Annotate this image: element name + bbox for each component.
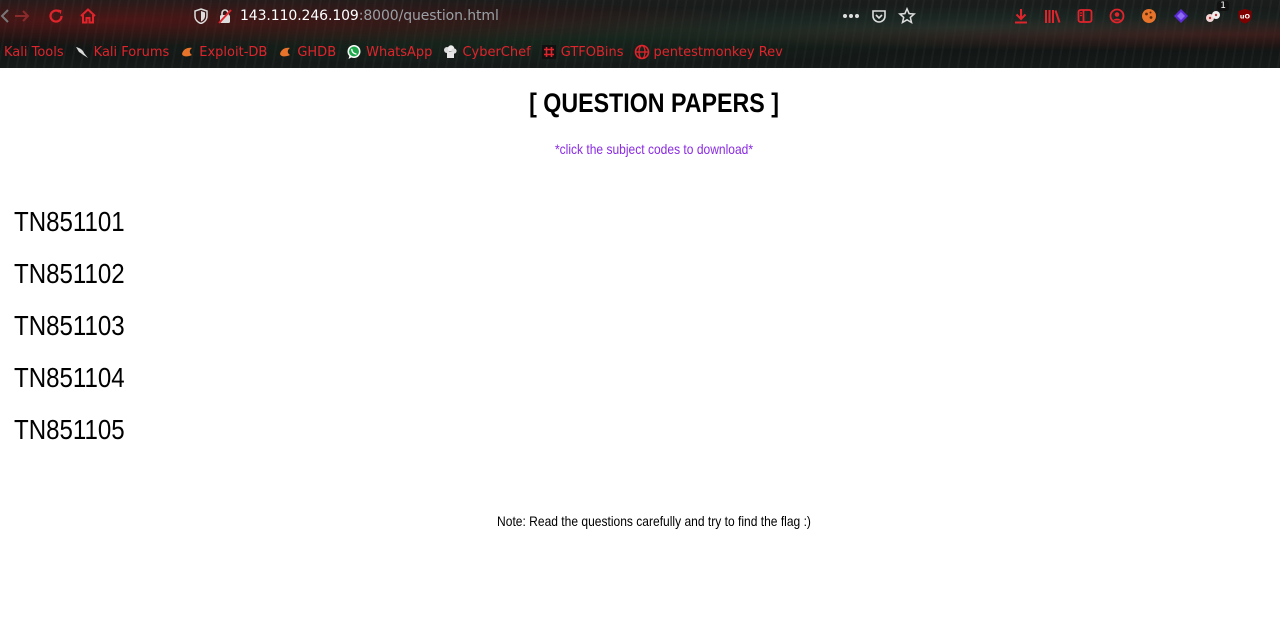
account-button[interactable] xyxy=(1107,6,1127,26)
pocket-button[interactable] xyxy=(869,6,889,26)
url-path: :8000/question.html xyxy=(358,8,499,24)
exploit-db-icon xyxy=(179,44,195,60)
reload-button[interactable] xyxy=(46,6,66,26)
wappalyzer-extension-icon xyxy=(1174,9,1188,23)
extension-button-2[interactable] xyxy=(1171,6,1191,26)
bookmark-label: Kali Forums xyxy=(93,44,170,60)
navigation-bar: 143.110.246.109:8000/question.html 1 uO xyxy=(0,0,1280,32)
bookmark-star-button[interactable] xyxy=(897,6,917,26)
bookmark-label: WhatsApp xyxy=(366,44,433,60)
extension-button-3[interactable]: 1 xyxy=(1203,1,1229,26)
extension-button-1[interactable] xyxy=(1139,6,1159,26)
page-title: [ QUESTION PAPERS ] xyxy=(529,88,779,118)
bookmark-whatsapp[interactable]: WhatsApp xyxy=(346,44,432,60)
url-host: 143.110.246.109 xyxy=(240,8,359,24)
globe-icon xyxy=(634,44,650,60)
whatsapp-icon xyxy=(346,44,362,60)
bookmark-label: Exploit-DB xyxy=(199,44,268,60)
bookmark-pentestmonkey[interactable]: pentestmonkey Rev xyxy=(634,44,783,60)
cyberchef-icon xyxy=(442,44,458,60)
bookmark-label: Kali Tools xyxy=(4,44,64,60)
sidebar-button[interactable] xyxy=(1075,6,1095,26)
library-icon xyxy=(1045,10,1061,23)
footer-note: Note: Read the questions carefully and t… xyxy=(497,513,811,529)
cookie-extension-icon xyxy=(1142,9,1156,23)
subject-code-link[interactable]: TN851103 xyxy=(14,310,125,362)
forward-arrow-icon xyxy=(15,10,30,22)
subject-code-list: TN851101 TN851102 TN851103 TN851104 TN85… xyxy=(14,206,143,466)
sidebar-icon xyxy=(1077,9,1093,23)
subject-code-link[interactable]: TN851105 xyxy=(14,414,125,466)
subject-code-link[interactable]: TN851101 xyxy=(14,206,125,258)
kali-dragon-icon xyxy=(74,44,90,60)
account-icon xyxy=(1109,8,1125,24)
url-text[interactable]: 143.110.246.109:8000/question.html xyxy=(240,8,499,24)
ublock-origin-icon: uO xyxy=(1238,9,1252,24)
subject-code-link[interactable]: TN851102 xyxy=(14,258,125,310)
bookmark-label: GHDB xyxy=(297,44,337,60)
bookmark-kali-tools[interactable]: Kali Tools xyxy=(0,44,64,60)
library-button[interactable] xyxy=(1043,6,1063,26)
bookmark-ghdb[interactable]: GHDB xyxy=(277,44,336,60)
ghdb-icon xyxy=(277,44,293,60)
subject-code-link[interactable]: TN851104 xyxy=(14,362,125,414)
bookmark-label: GTFOBins xyxy=(560,44,624,60)
svg-text:uO: uO xyxy=(1240,13,1251,21)
ublock-button[interactable]: uO xyxy=(1235,6,1255,26)
ellipsis-icon xyxy=(843,14,859,18)
pocket-icon xyxy=(872,10,886,23)
page-actions-button[interactable] xyxy=(841,6,861,26)
bookmarks-toolbar: Kali Tools Kali Forums Exploit-DB GHDB W… xyxy=(0,40,793,64)
bookmark-cyberchef[interactable]: CyberChef xyxy=(442,44,531,60)
bookmark-gtfobins[interactable]: GTFOBins xyxy=(541,44,624,60)
browser-chrome: 143.110.246.109:8000/question.html 1 uO … xyxy=(0,0,1280,68)
star-icon xyxy=(898,7,916,25)
gtfobins-icon xyxy=(541,44,557,60)
bookmark-kali-forums[interactable]: Kali Forums xyxy=(74,44,170,60)
download-icon xyxy=(1015,9,1027,24)
home-button[interactable] xyxy=(78,6,98,26)
downloads-button[interactable] xyxy=(1011,6,1031,26)
shield-icon[interactable] xyxy=(192,7,210,25)
extension-badge: 1 xyxy=(1217,1,1229,11)
forward-button[interactable] xyxy=(12,6,32,26)
url-bar[interactable]: 143.110.246.109:8000/question.html xyxy=(192,4,499,28)
reload-icon xyxy=(49,9,63,23)
insecure-lock-icon[interactable] xyxy=(216,7,234,25)
download-hint: *click the subject codes to download* xyxy=(554,141,754,157)
bookmark-label: CyberChef xyxy=(462,44,531,60)
bookmark-exploit-db[interactable]: Exploit-DB xyxy=(179,44,267,60)
bookmark-label: pentestmonkey Rev xyxy=(653,44,783,60)
home-icon xyxy=(80,8,96,24)
